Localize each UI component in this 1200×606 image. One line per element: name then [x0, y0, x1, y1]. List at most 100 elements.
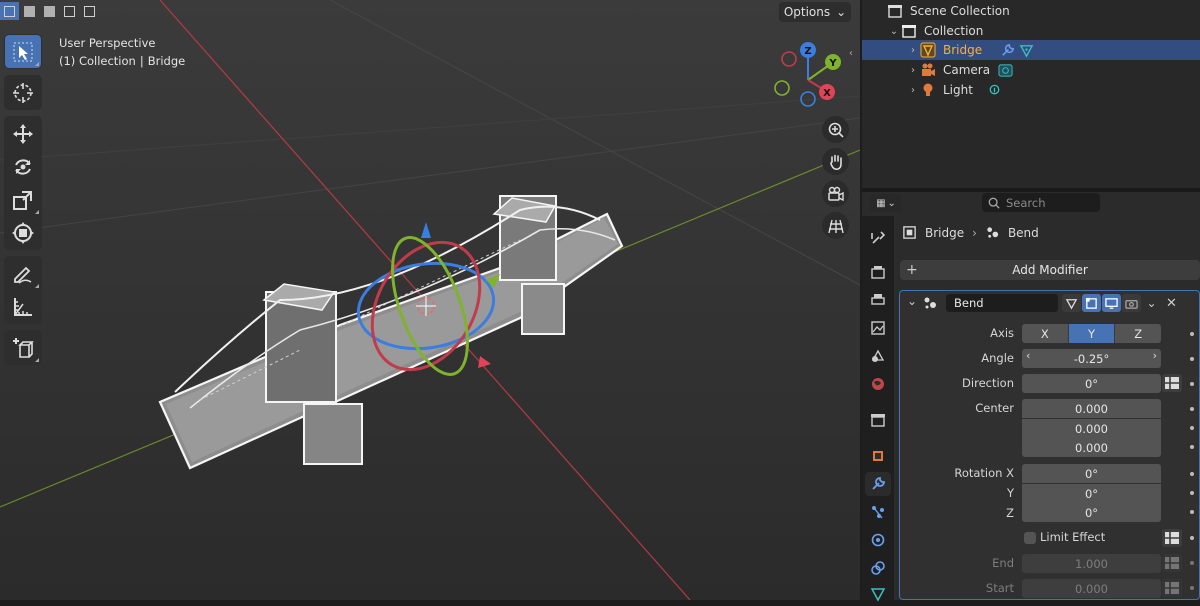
direction-driver-button[interactable] — [1162, 374, 1182, 392]
projection-toggle-button[interactable] — [822, 212, 849, 239]
select-box-tool[interactable] — [5, 35, 41, 68]
chevron-right-icon[interactable]: › — [907, 65, 919, 76]
tab-collection[interactable] — [865, 408, 891, 432]
keyframe-dot[interactable] — [1190, 445, 1194, 449]
edit-mode-toggle[interactable] — [1062, 294, 1081, 312]
keyframe-dot[interactable] — [1190, 510, 1194, 514]
select-extend-mode[interactable] — [20, 2, 39, 20]
outliner-row-bridge[interactable]: › Bridge — [862, 40, 1200, 60]
center-label: Center — [975, 401, 1014, 415]
tab-world[interactable] — [865, 372, 891, 396]
add-modifier-button[interactable]: + Add Modifier — [900, 260, 1200, 280]
measure-tool[interactable] — [5, 290, 41, 323]
mesh-data-icon[interactable] — [1019, 43, 1034, 58]
tab-constraints[interactable] — [865, 556, 891, 580]
keyframe-dot[interactable] — [1190, 586, 1194, 590]
options-dropdown[interactable]: Options ⌄ — [779, 2, 851, 22]
angle-field[interactable]: ‹ -0.25° › — [1022, 349, 1161, 368]
tab-data[interactable] — [865, 582, 891, 606]
remove-modifier-button[interactable]: ✕ — [1162, 294, 1181, 312]
keyframe-dot[interactable] — [1190, 472, 1194, 476]
camera-data-icon[interactable] — [998, 63, 1013, 78]
chevron-right-icon[interactable]: › — [907, 85, 919, 96]
navigation-gizmo[interactable]: Z Y X — [772, 40, 852, 112]
center-z-field[interactable]: 0.000 — [1022, 438, 1161, 457]
rotation-y-field[interactable]: 0° — [1022, 484, 1161, 503]
outliner-row-scene-collection[interactable]: Scene Collection — [862, 1, 1200, 21]
edit-mode-icon — [1085, 297, 1097, 309]
zoom-button[interactable] — [822, 116, 849, 143]
rotation-z-field[interactable]: 0° — [1022, 503, 1161, 522]
3d-viewport[interactable]: Options ⌄ User Perspective (1) Collectio… — [0, 0, 860, 600]
light-data-icon[interactable] — [987, 83, 1002, 98]
z-axis-label: Z — [804, 46, 811, 57]
tab-render[interactable] — [865, 260, 891, 284]
center-x-field[interactable]: 0.000 — [1022, 399, 1161, 418]
tab-object[interactable] — [865, 444, 891, 468]
on-cage-toggle[interactable] — [1082, 294, 1101, 312]
outliner-row-camera[interactable]: › Camera — [862, 60, 1200, 80]
scene-render[interactable] — [0, 0, 860, 600]
keyframe-dot[interactable] — [1190, 491, 1194, 495]
transform-tool[interactable] — [5, 216, 41, 249]
start-driver-button[interactable] — [1162, 579, 1182, 597]
chevron-down-icon: ⌄ — [887, 197, 896, 209]
grid-icon — [827, 219, 844, 233]
collapse-sidebar-icon[interactable]: ‹ — [849, 48, 853, 59]
keyframe-dot[interactable] — [1190, 332, 1194, 336]
chevron-right-icon[interactable]: › — [907, 45, 919, 56]
wrench-icon[interactable] — [1000, 43, 1015, 58]
direction-field[interactable]: 0° — [1022, 374, 1161, 393]
increment-arrow-icon[interactable]: › — [1153, 349, 1157, 362]
center-y-field[interactable]: 0.000 — [1022, 419, 1161, 438]
keyframe-dot[interactable] — [1190, 561, 1194, 565]
chevron-down-icon[interactable]: ⌄ — [888, 26, 900, 37]
annotate-tool[interactable] — [5, 257, 41, 290]
axis-y-button[interactable]: Y — [1068, 324, 1116, 343]
scale-icon — [13, 190, 32, 210]
start-field[interactable]: 0.000 — [1022, 579, 1161, 598]
camera-view-button[interactable] — [822, 180, 849, 207]
render-toggle[interactable] — [1122, 294, 1141, 312]
cursor-tool[interactable] — [5, 76, 41, 109]
tab-output[interactable] — [865, 288, 891, 312]
keyframe-dot[interactable] — [1190, 426, 1194, 430]
decrement-arrow-icon[interactable]: ‹ — [1026, 349, 1030, 362]
keyframe-dot[interactable] — [1190, 407, 1194, 411]
chevron-down-icon[interactable]: ⌄ — [907, 294, 917, 308]
end-driver-button[interactable] — [1162, 554, 1182, 572]
select-subtract-mode[interactable] — [40, 2, 59, 20]
modifier-name-field[interactable]: Bend — [946, 294, 1058, 312]
search-input[interactable]: Search — [982, 193, 1100, 212]
editor-type-dropdown[interactable]: ▦ ⌄ — [870, 194, 902, 212]
tab-modifiers[interactable] — [865, 472, 891, 496]
tab-scene[interactable] — [865, 344, 891, 368]
object-icon — [903, 226, 916, 239]
select-intersect-mode[interactable] — [80, 2, 99, 20]
rotate-tool[interactable] — [5, 150, 41, 183]
end-field[interactable]: 1.000 — [1022, 554, 1161, 573]
tab-physics[interactable] — [865, 528, 891, 552]
add-cube-tool[interactable] — [5, 331, 41, 364]
keyframe-dot[interactable] — [1190, 382, 1194, 386]
tab-tool[interactable] — [865, 226, 891, 250]
select-invert-mode[interactable] — [60, 2, 79, 20]
limit-effect-checkbox[interactable] — [1024, 532, 1036, 544]
keyframe-dot[interactable] — [1190, 357, 1194, 361]
axis-x-button[interactable]: X — [1022, 324, 1069, 343]
outliner-row-collection[interactable]: ⌄ Collection — [862, 21, 1200, 41]
limit-driver-button[interactable] — [1162, 529, 1182, 547]
grid-flag-icon — [1165, 582, 1179, 594]
axis-z-button[interactable]: Z — [1115, 324, 1162, 343]
scale-tool[interactable] — [5, 183, 41, 216]
tab-particles[interactable] — [865, 500, 891, 524]
select-new-mode[interactable] — [0, 2, 19, 20]
outliner-row-light[interactable]: › Light — [862, 80, 1200, 100]
realtime-toggle[interactable] — [1102, 294, 1121, 312]
move-tool[interactable] — [5, 117, 41, 150]
keyframe-dot[interactable] — [1190, 536, 1194, 540]
tab-view-layer[interactable] — [865, 316, 891, 340]
pan-button[interactable] — [822, 148, 849, 175]
modifier-menu[interactable]: ⌄ — [1142, 294, 1161, 312]
rotation-x-field[interactable]: 0° — [1022, 464, 1161, 483]
